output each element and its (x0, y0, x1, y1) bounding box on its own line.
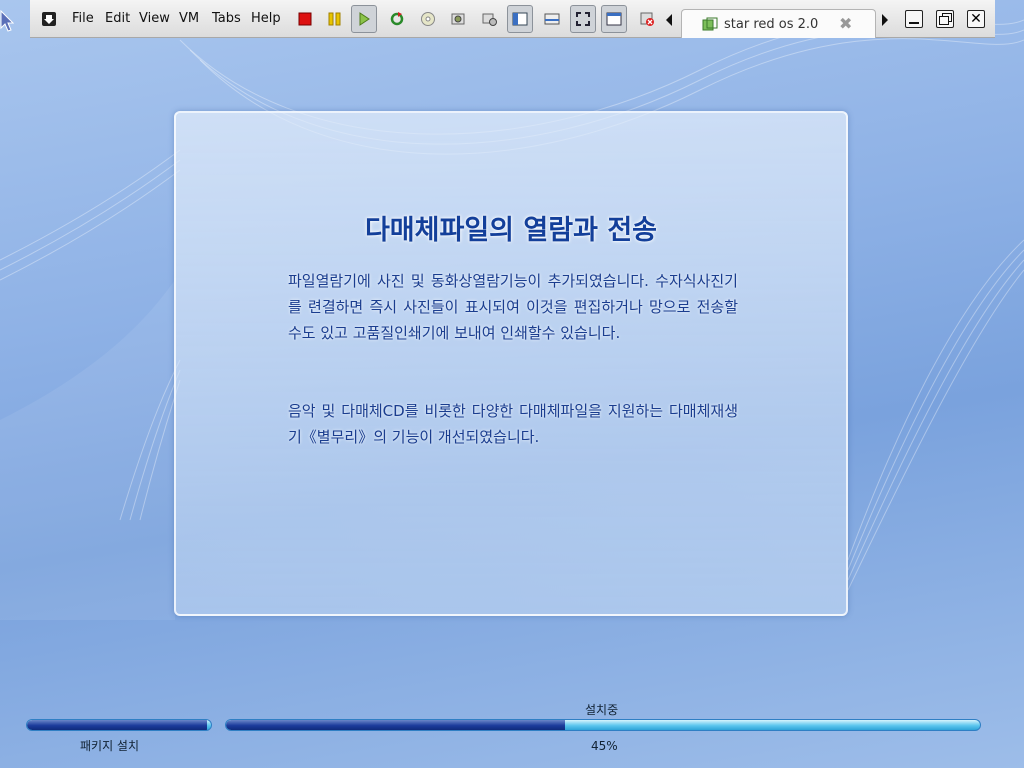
overall-progress-fill (226, 720, 566, 730)
menu-help[interactable]: Help (251, 11, 281, 26)
sidebar-toggle-icon[interactable] (507, 5, 533, 33)
close-window-icon[interactable]: ✕ (967, 10, 985, 28)
mouse-cursor-icon (0, 10, 14, 32)
snapshot-icon[interactable] (445, 5, 471, 33)
menu-view[interactable]: View (139, 11, 170, 26)
unity-icon[interactable] (601, 5, 627, 33)
minimize-icon[interactable] (905, 10, 923, 28)
vm-tab-icon (702, 17, 718, 37)
package-progress-label: 패키지 설치 (80, 739, 140, 753)
menu-vm[interactable]: VM (179, 11, 199, 26)
package-progress-fill (27, 720, 208, 730)
reset-icon[interactable] (384, 5, 410, 33)
slide-paragraph-1: 파일열람기에 사진 및 동화상열람기능이 추가되였습니다. 수자식사진기를 련결… (288, 272, 738, 342)
close-tab-icon[interactable]: ✖ (839, 14, 852, 33)
installer-slide-panel: 다매체파일의 열람과 전송 파일열람기에 사진 및 동화상열람기능이 추가되였습… (174, 111, 848, 616)
suspend-icon[interactable] (322, 5, 348, 33)
overall-progress-percent: 45% (591, 739, 618, 753)
grab-input-icon[interactable] (36, 5, 62, 33)
close-tab-red-icon[interactable] (634, 5, 660, 33)
overall-progress-bar (225, 719, 981, 731)
menu-edit[interactable]: Edit (105, 11, 130, 26)
package-progress-bar (26, 719, 212, 731)
fullscreen-icon[interactable] (570, 5, 596, 33)
snapshot-manager-icon[interactable] (477, 5, 503, 33)
tab-label: star red os 2.0 (724, 17, 819, 32)
tab-scroll-right-icon[interactable] (880, 12, 890, 31)
tab-scroll-left-icon[interactable] (664, 12, 674, 31)
slide-title: 다매체파일의 열람과 전송 (364, 215, 658, 246)
slide-paragraph-2: 음악 및 다매체CD를 비롯한 다양한 다매체파일을 지원하는 다매체재생기《별… (288, 402, 738, 446)
restore-icon[interactable] (936, 10, 954, 28)
console-view-icon[interactable] (539, 5, 565, 33)
menu-tabs[interactable]: Tabs (212, 11, 241, 26)
power-off-icon[interactable] (292, 5, 318, 33)
cd-icon[interactable] (415, 5, 441, 33)
menu-file[interactable]: File (72, 11, 94, 26)
power-on-icon[interactable] (351, 5, 377, 33)
vm-toolbar: File Edit View VM Tabs Help star red os … (30, 0, 995, 38)
overall-progress-label: 설치중 (585, 703, 619, 717)
tab-vm[interactable]: star red os 2.0 ✖ (681, 9, 876, 38)
